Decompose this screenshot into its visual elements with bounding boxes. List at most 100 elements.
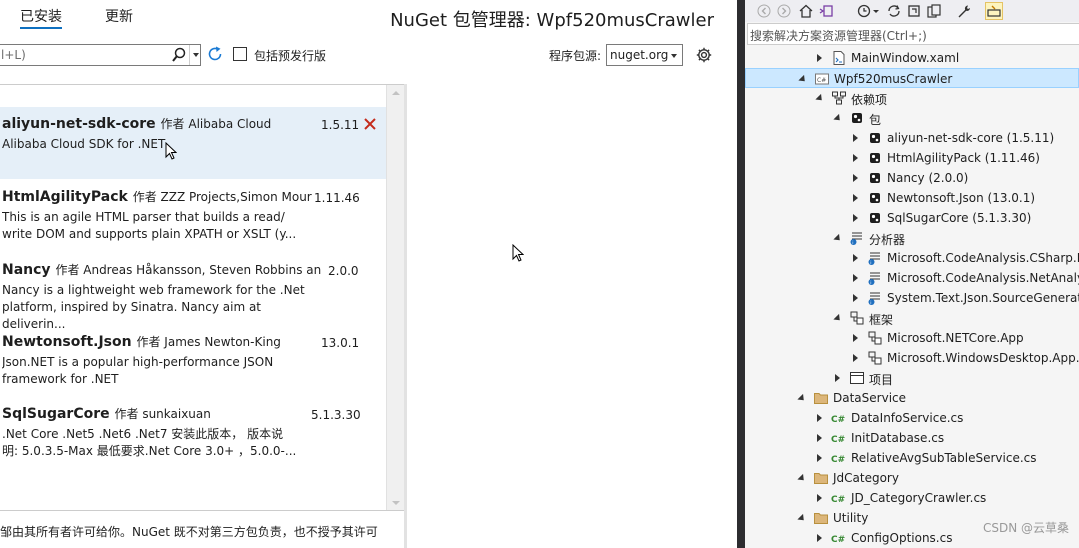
expanded-arrow-icon[interactable] [815, 93, 825, 104]
tree-item[interactable]: aliyun-net-sdk-core (1.5.11) [745, 128, 1079, 148]
tree-item-label: Nancy (2.0.0) [887, 171, 969, 185]
collapsed-arrow-icon[interactable] [817, 494, 822, 502]
package-item-nancy[interactable]: Nancy 作者 Andreas Håkansson, Steven Robbi… [0, 253, 386, 331]
tree-item[interactable]: i Microsoft.CodeAnalysis.NetAnalyzer [745, 268, 1079, 288]
package-author: 作者 sunkaixuan [114, 407, 211, 421]
tree-item[interactable]: 项目 [745, 368, 1079, 388]
expanded-arrow-icon[interactable] [798, 74, 808, 85]
package-item-newtonsoft-json[interactable]: Newtonsoft.Json 作者 James Newton-King 13.… [0, 325, 386, 397]
expanded-arrow-icon[interactable] [833, 233, 843, 244]
tree-item[interactable]: i System.Text.Json.SourceGeneration [745, 288, 1079, 308]
collapsed-arrow-icon[interactable] [853, 194, 858, 202]
expanded-arrow-icon[interactable] [797, 473, 807, 484]
svg-text:i: i [870, 260, 871, 266]
package-icon [867, 130, 883, 146]
collapsed-arrow-icon[interactable] [817, 414, 822, 422]
properties-wrench-icon[interactable] [955, 2, 973, 20]
collapsed-arrow-icon[interactable] [853, 254, 858, 262]
solution-search-box[interactable]: 搜索解决方案资源管理器(Ctrl+;) [747, 23, 1079, 45]
analyzer-icon: i [867, 250, 883, 266]
collapsed-arrow-icon[interactable] [853, 214, 858, 222]
collapsed-arrow-icon[interactable] [853, 134, 858, 142]
tree-item[interactable]: JdCategory [745, 468, 1079, 488]
search-history-dropdown[interactable] [189, 45, 201, 65]
expanded-arrow-icon[interactable] [797, 513, 807, 524]
tree-item[interactable]: Microsoft.NETCore.App [745, 328, 1079, 348]
tree-item[interactable]: C# Wpf520musCrawler [745, 68, 1079, 88]
watermark-text: CSDN @云草桑 [982, 521, 1069, 535]
collapsed-arrow-icon[interactable] [853, 334, 858, 342]
tree-item[interactable]: DataService [745, 388, 1079, 408]
collapsed-arrow-icon[interactable] [817, 454, 822, 462]
tree-item-label: JD_CategoryCrawler.cs [851, 491, 987, 505]
chevron-down-icon[interactable] [871, 2, 881, 20]
preview-selected-items-icon[interactable] [985, 2, 1003, 20]
package-version: 13.0.1 [321, 336, 360, 350]
tree-item[interactable]: Nancy (2.0.0) [745, 168, 1079, 188]
package-icon [867, 150, 883, 166]
collapsed-arrow-icon[interactable] [817, 54, 822, 62]
uninstall-x-icon[interactable] [363, 117, 377, 131]
collapsed-arrow-icon[interactable] [817, 434, 822, 442]
tree-item-label: HtmlAgilityPack (1.11.46) [887, 151, 1040, 165]
tree-item[interactable]: HtmlAgilityPack (1.11.46) [745, 148, 1079, 168]
solution-explorer: 搜索解决方案资源管理器(Ctrl+;) MainWindow.xaml C# Wpf… [737, 0, 1079, 548]
collapsed-arrow-icon[interactable] [853, 294, 858, 302]
package-name: HtmlAgilityPack [2, 189, 128, 205]
tree-item[interactable]: 框架 [745, 308, 1079, 328]
expanded-arrow-icon[interactable] [833, 313, 843, 324]
panel-splitter[interactable] [404, 84, 407, 548]
tree-item[interactable]: C# RelativeAvgSubTableService.cs [745, 448, 1079, 468]
tab-updates[interactable]: 更新 [105, 6, 133, 26]
tree-item[interactable]: C# JD_CategoryCrawler.cs [745, 488, 1079, 508]
license-notice: 邹由其所有者许可给你。NuGet 既不对第三方包负责，也不授予其许可 [0, 525, 378, 539]
tree-item[interactable]: i Microsoft.CodeAnalysis.CSharp.NetA [745, 248, 1079, 268]
forward-icon[interactable] [775, 2, 793, 20]
tree-item[interactable]: C# DataInfoService.cs [745, 408, 1079, 428]
folder-icon [813, 510, 829, 526]
tab-installed[interactable]: 已安装 [20, 6, 62, 29]
solution-explorer-toolbar [745, 0, 1079, 22]
tree-item[interactable]: MainWindow.xaml [745, 48, 1079, 68]
refresh-icon[interactable] [206, 45, 224, 63]
collapsed-arrow-icon[interactable] [853, 174, 858, 182]
tree-item-label: Utility [833, 511, 869, 525]
tree-item[interactable]: 依赖项 [745, 88, 1079, 108]
tree-item[interactable]: C# InitDatabase.cs [745, 428, 1079, 448]
collapsed-arrow-icon[interactable] [853, 274, 858, 282]
include-prerelease-checkbox[interactable] [233, 47, 247, 61]
package-name: Nancy [2, 262, 51, 278]
collapsed-arrow-icon[interactable] [853, 354, 858, 362]
search-input[interactable] [0, 45, 167, 65]
package-list-scrollbar[interactable] [386, 85, 404, 511]
tree-item[interactable]: 包 [745, 108, 1079, 128]
refresh-icon[interactable] [905, 2, 923, 20]
package-source-select[interactable]: nuget.org [606, 44, 683, 66]
package-item-aliyun-net-sdk-core[interactable]: aliyun-net-sdk-core 作者 Alibaba Cloud 1.5… [0, 107, 386, 179]
tree-item-label: DataService [833, 391, 907, 405]
collapsed-arrow-icon[interactable] [853, 154, 858, 162]
folder-icon [813, 390, 829, 406]
package-item-sqlsugarcore[interactable]: SqlSugarCore 作者 sunkaixuan 5.1.3.30 .Net… [0, 397, 386, 469]
tree-item[interactable]: i 分析器 [745, 228, 1079, 248]
tree-item[interactable]: Newtonsoft.Json (13.0.1) [745, 188, 1079, 208]
switch-views-icon[interactable] [817, 2, 835, 20]
scroll-down-arrow-icon[interactable] [392, 501, 400, 505]
gear-icon[interactable] [695, 46, 713, 64]
package-source-label: 程序包源: [549, 49, 602, 63]
home-icon[interactable] [797, 2, 815, 20]
expanded-arrow-icon[interactable] [797, 393, 807, 404]
search-icon[interactable] [172, 47, 186, 63]
expanded-arrow-icon[interactable] [833, 113, 843, 124]
tree-item[interactable]: Microsoft.WindowsDesktop.App.WP [745, 348, 1079, 368]
collapsed-arrow-icon[interactable] [835, 374, 840, 382]
collapse-all-icon[interactable] [925, 2, 943, 20]
collapsed-arrow-icon[interactable] [817, 534, 822, 542]
analyzer-icon: i [867, 270, 883, 286]
scroll-up-arrow-icon[interactable] [392, 91, 400, 95]
tree-item-label: JdCategory [833, 471, 899, 485]
sync-active-document-icon[interactable] [885, 2, 903, 20]
package-item-htmlagilitypack[interactable]: HtmlAgilityPack 作者 ZZZ Projects,Simon Mo… [0, 180, 386, 252]
back-icon[interactable] [755, 2, 773, 20]
tree-item[interactable]: SqlSugarCore (5.1.3.30) [745, 208, 1079, 228]
